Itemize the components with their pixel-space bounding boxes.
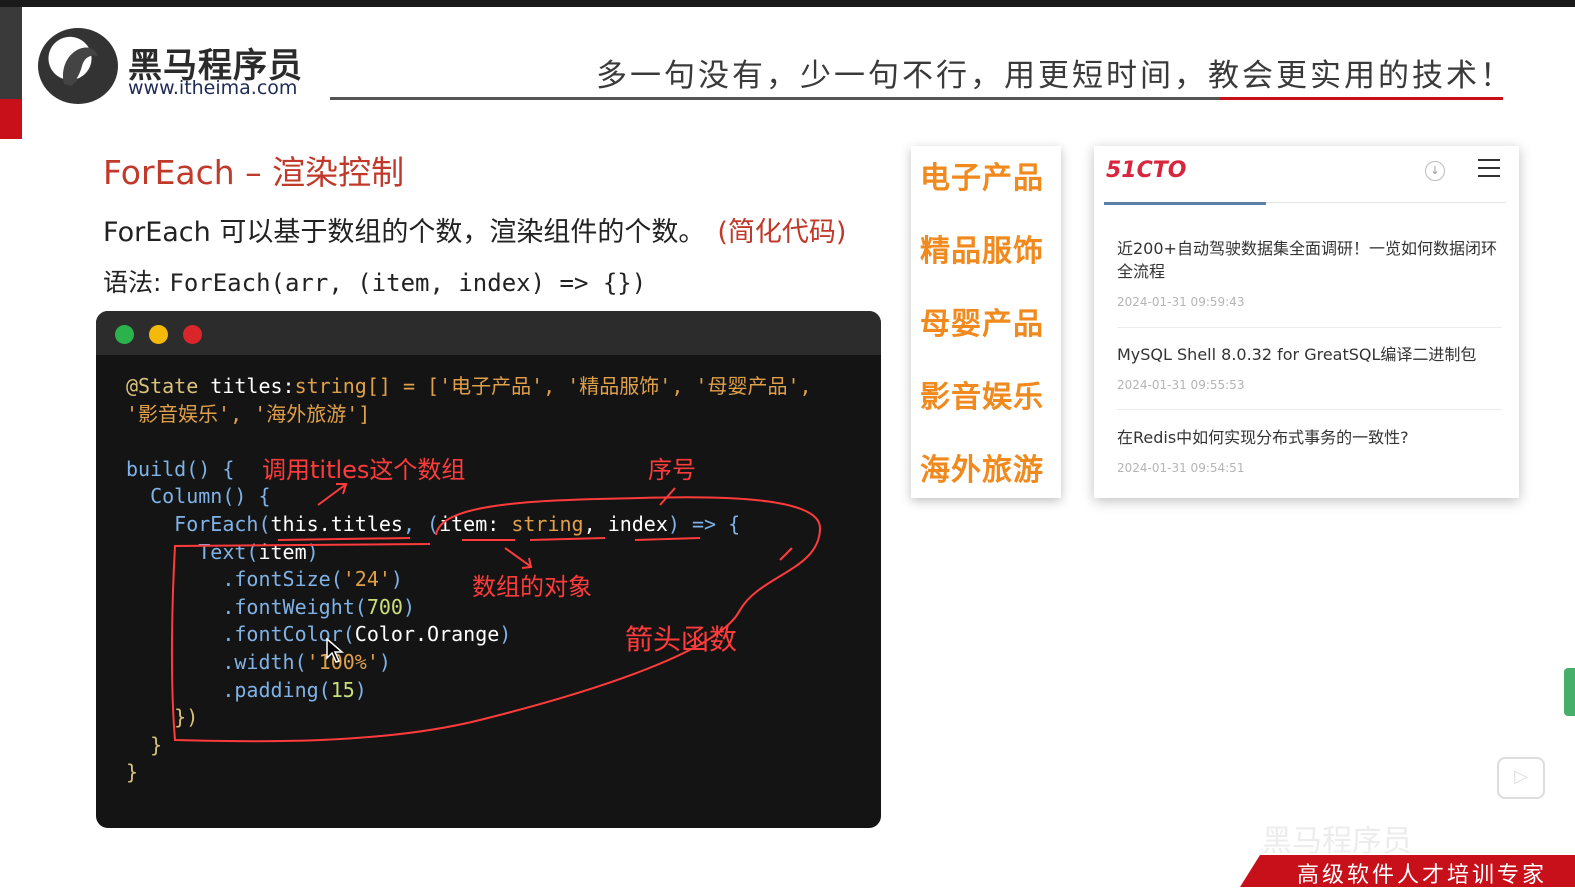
code-token: '电子产品', '精品服饰', '母婴产品',: [439, 374, 812, 398]
mouse-cursor-icon: [326, 638, 344, 663]
news-item[interactable]: 近200+自动驾驶数据集全面调研！一览如何数据闭环全流程 2024-01-31 …: [1117, 237, 1512, 309]
header-rule-accent: [1220, 97, 1503, 100]
brand-url: www.itheima.com: [128, 77, 298, 99]
news-title[interactable]: 近200+自动驾驶数据集全面调研！一览如何数据闭环全流程: [1117, 237, 1512, 283]
site-logo[interactable]: 51CTO: [1106, 158, 1186, 183]
watermark: 黑马程序员: [1262, 824, 1412, 859]
tab-divider: [1266, 202, 1506, 203]
code-token: string: [511, 511, 584, 536]
annotation-index: 序号: [648, 456, 696, 484]
horse-logo-icon: [62, 47, 98, 86]
active-tab-indicator: [1104, 202, 1266, 205]
code-token: .padding(: [126, 677, 331, 702]
syntax-code: ForEach(arr, (item, index) => {}): [169, 269, 647, 297]
code-token: 15: [330, 677, 355, 702]
code-token: ]: [358, 401, 371, 426]
code-token: , (: [402, 511, 440, 536]
code-line: }): [126, 705, 199, 730]
code-token: .fontWeight(: [126, 594, 367, 619]
left-edge-strip: [0, 7, 22, 99]
category-item: 母婴产品: [920, 307, 1044, 342]
code-token: titles:: [198, 374, 295, 398]
code-token: ForEach(: [126, 511, 271, 536]
top-bar: [0, 0, 1575, 7]
category-item: 电子产品: [920, 161, 1044, 196]
play-icon[interactable]: ▷: [1497, 757, 1545, 799]
syntax-line: 语法: ForEach(arr, (item, index) => {}): [103, 263, 646, 299]
code-token: ): [306, 539, 319, 564]
code-token: Color.Orange: [354, 622, 500, 647]
news-title[interactable]: 在Redis中如何实现分布式事务的一致性?: [1117, 426, 1512, 449]
code-token: 700: [366, 594, 403, 619]
code-token: ): [402, 594, 415, 619]
left-red-marker: [0, 99, 22, 139]
code-block: @State titles:string[] = ['电子产品', '精品服饰'…: [126, 373, 812, 787]
code-decorator: @State: [126, 374, 199, 398]
code-token: ) => {: [667, 511, 741, 536]
description-highlight: (简化代码): [717, 217, 847, 248]
code-token: ): [390, 567, 403, 592]
code-line: Column() {: [126, 484, 271, 509]
news-item[interactable]: 在Redis中如何实现分布式事务的一致性? 2024-01-31 09:54:5…: [1117, 426, 1512, 475]
news-time: 2024-01-31 09:59:43: [1117, 295, 1245, 309]
news-separator: [1117, 409, 1502, 410]
code-token: Text(: [126, 539, 259, 564]
code-token: .fontColor(: [126, 622, 355, 647]
code-token: string[]: [294, 374, 391, 398]
annotation-arrow-fn: 箭头函数: [625, 623, 738, 656]
footer-tagline: 高级软件人才培训专家: [1297, 863, 1548, 888]
category-item: 影音娱乐: [920, 380, 1044, 415]
code-line: build() {: [126, 456, 235, 481]
code-token: '影音娱乐', '海外旅游': [126, 401, 359, 426]
header-rule: [330, 97, 1220, 100]
code-token: .width(: [126, 649, 307, 674]
news-separator: [1117, 327, 1502, 328]
window-dot-red: [183, 325, 202, 344]
news-time: 2024-01-31 09:54:51: [1117, 461, 1245, 475]
code-token: '24': [342, 567, 391, 592]
code-token: item: [439, 511, 488, 536]
news-time: 2024-01-31 09:55:53: [1117, 378, 1245, 392]
slide-description: ForEach 可以基于数组的个数，渲染组件的个数。 (简化代码): [103, 210, 846, 249]
annotation-titles-array: 调用titles这个数组: [262, 456, 466, 484]
news-item[interactable]: MySQL Shell 8.0.32 for GreatSQL编译二进制包 20…: [1117, 343, 1512, 392]
side-tab[interactable]: [1564, 668, 1575, 716]
category-item: 海外旅游: [920, 453, 1044, 488]
code-token: :: [487, 511, 512, 536]
category-item: 精品服饰: [920, 234, 1044, 269]
footer-ribbon-tip: [1240, 855, 1260, 887]
slogan: 多一句没有，少一句不行，用更短时间，教会更实用的技术！: [596, 58, 1514, 94]
download-icon[interactable]: ↓: [1425, 161, 1445, 181]
syntax-label: 语法:: [103, 268, 170, 297]
window-dot-green: [115, 325, 134, 344]
code-token: ,: [583, 511, 608, 536]
category-preview-card: 电子产品 精品服饰 母婴产品 影音娱乐 海外旅游: [911, 146, 1061, 498]
annotation-item: 数组的对象: [472, 573, 592, 601]
news-preview-card: 51CTO ↓ 近200+自动驾驶数据集全面调研！一览如何数据闭环全流程 202…: [1094, 146, 1519, 498]
code-token: index: [607, 511, 668, 536]
code-token: ): [499, 622, 512, 647]
code-token: = [: [390, 374, 440, 398]
code-line: }: [126, 732, 163, 757]
hamburger-menu-icon[interactable]: [1478, 159, 1500, 179]
code-token: ): [354, 677, 367, 702]
description-text: ForEach 可以基于数组的个数，渲染组件的个数。: [103, 217, 706, 248]
window-dot-yellow: [149, 325, 168, 344]
code-titlebar: [96, 311, 881, 355]
slide-heading: ForEach – 渲染控制: [103, 153, 405, 192]
news-title[interactable]: MySQL Shell 8.0.32 for GreatSQL编译二进制包: [1117, 343, 1512, 366]
code-token: .fontSize(: [126, 567, 343, 592]
code-line: }: [126, 760, 139, 785]
code-token: item: [258, 539, 307, 564]
code-token: this.titles: [270, 511, 403, 536]
code-token: ): [378, 649, 391, 674]
